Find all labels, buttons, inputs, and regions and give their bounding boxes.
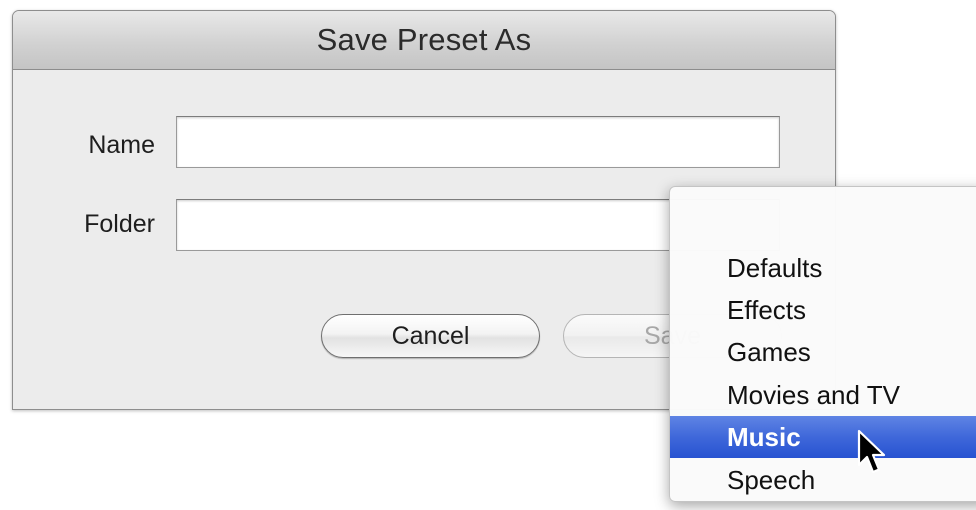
name-input[interactable] xyxy=(176,116,780,168)
cancel-button[interactable]: Cancel xyxy=(321,314,540,358)
menu-item-music[interactable]: Music xyxy=(670,416,976,458)
menu-item-defaults[interactable]: Defaults xyxy=(670,247,976,289)
arrow-pointer-icon xyxy=(857,429,886,474)
menu-item-effects[interactable]: Effects xyxy=(670,289,976,331)
dialog-titlebar[interactable]: Save Preset As xyxy=(13,11,835,70)
stage: Save Preset As Name Folder Cancel Save D… xyxy=(0,0,976,510)
menu-item-games[interactable]: Games xyxy=(670,331,976,373)
folder-label: Folder xyxy=(84,210,155,238)
menu-item-movies-and-tv[interactable]: Movies and TV xyxy=(670,374,976,416)
menu-item-speech[interactable]: Speech xyxy=(670,459,976,501)
folder-popup-menu: Defaults Effects Games Movies and TV Mus… xyxy=(669,186,976,502)
dialog-title: Save Preset As xyxy=(316,22,532,57)
name-label: Name xyxy=(88,131,155,159)
